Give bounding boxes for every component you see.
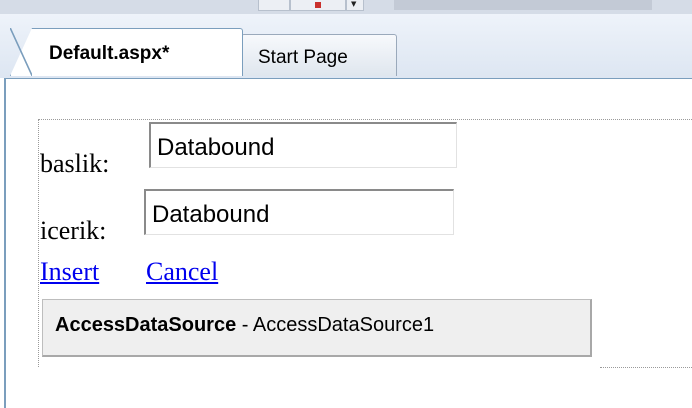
toolbar-button[interactable] — [290, 0, 346, 11]
cancel-link[interactable]: Cancel — [146, 259, 218, 285]
toolbar-dropdown[interactable]: ▼ — [346, 0, 364, 11]
document-tab-bar: Start Page Default.aspx* — [0, 14, 692, 78]
datasource-type: AccessDataSource — [55, 314, 237, 336]
datasource-id: AccessDataSource1 — [252, 314, 435, 336]
tab-label: Start Page — [258, 47, 348, 68]
stop-icon — [315, 2, 321, 8]
tab-start-page[interactable]: Start Page — [241, 34, 397, 76]
formview-border — [600, 367, 692, 368]
baslik-label: baslik: — [40, 149, 110, 178]
tab-default-aspx[interactable]: Default.aspx* — [10, 28, 243, 76]
toolbar-combobox[interactable] — [394, 0, 652, 10]
accessdatasource-control[interactable]: AccessDataSource - AccessDataSource1 — [42, 299, 592, 357]
icerik-textbox[interactable]: Databound — [144, 189, 454, 235]
datasource-separator: - — [236, 314, 253, 336]
tab-label: Default.aspx* — [49, 43, 170, 64]
tab-edge — [10, 28, 32, 76]
baslik-textbox[interactable]: Databound — [149, 122, 457, 168]
chevron-down-icon: ▼ — [351, 0, 357, 8]
icerik-value: Databound — [152, 201, 270, 228]
insert-link[interactable]: Insert — [40, 259, 99, 285]
toolbar-strip: ▼ — [0, 0, 692, 14]
baslik-value: Databound — [157, 134, 275, 161]
toolbar-button[interactable] — [258, 0, 290, 11]
icerik-label: icerik: — [40, 216, 107, 245]
design-surface: baslik: Databound icerik: Databound Inse… — [4, 78, 692, 408]
